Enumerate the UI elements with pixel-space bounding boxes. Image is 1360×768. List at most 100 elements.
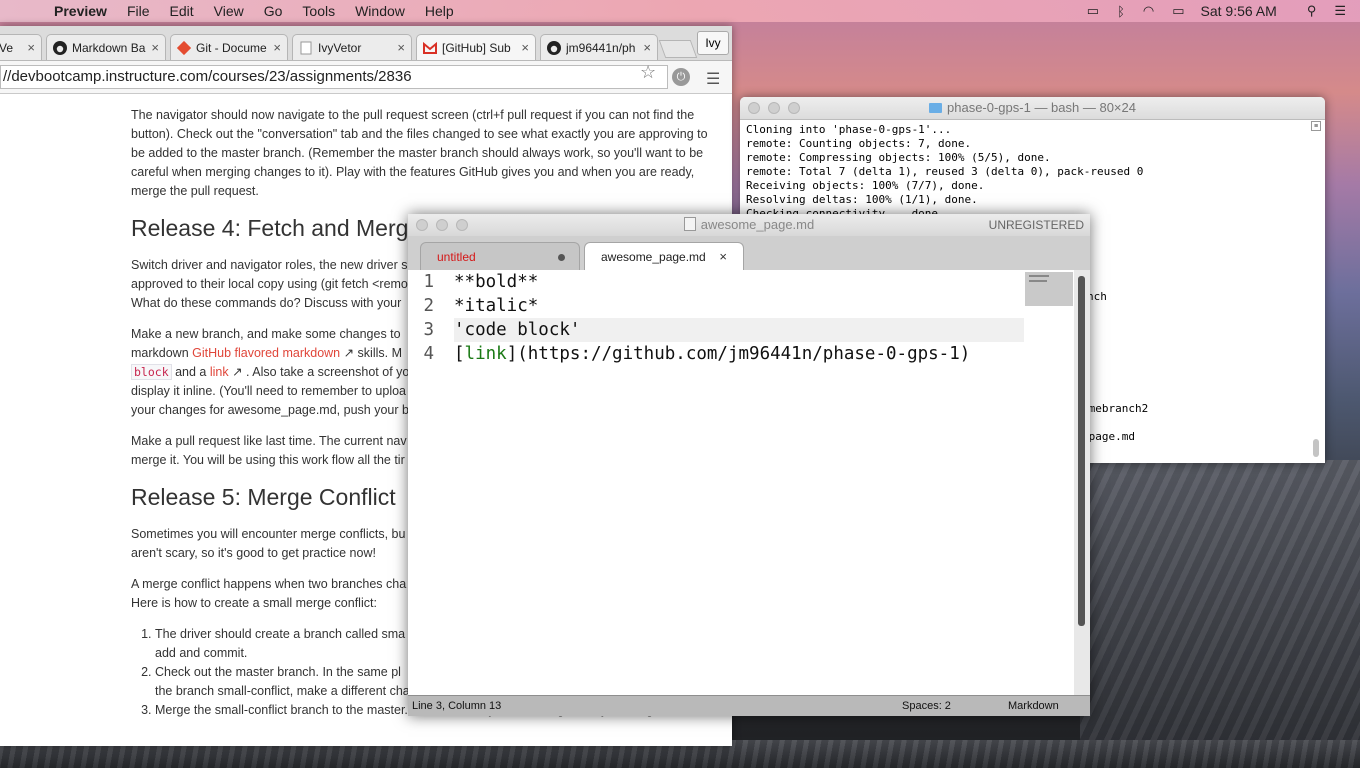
menu-file[interactable]: File bbox=[127, 3, 150, 19]
tab-title: Markdown Ba bbox=[72, 40, 146, 55]
close-icon[interactable]: × bbox=[27, 40, 35, 55]
git-icon bbox=[176, 40, 192, 55]
github-icon bbox=[53, 40, 67, 55]
profile-button[interactable]: Ivy bbox=[697, 31, 729, 55]
spotlight-icon[interactable]: ⚲ bbox=[1307, 3, 1317, 19]
zoom-button[interactable] bbox=[788, 102, 800, 114]
menu-help[interactable]: Help bbox=[425, 3, 454, 19]
github-flavored-markdown-link[interactable]: GitHub flavored markdown bbox=[192, 346, 340, 360]
link-link[interactable]: link bbox=[210, 365, 229, 379]
status-icons: ▭ ᛒ ◠ ▭ Sat 9:56 AM ⚲ ☰ bbox=[1069, 0, 1360, 22]
split-pane-icon[interactable]: ≡ bbox=[1311, 121, 1321, 131]
bluetooth-icon[interactable]: ᛒ bbox=[1117, 4, 1125, 19]
code-lines[interactable]: **bold** *italic* 'code block' [link](ht… bbox=[454, 270, 1024, 366]
terminal-titlebar: phase-0-gps-1 — bash — 80×24 bbox=[740, 97, 1325, 120]
new-tab-button[interactable] bbox=[658, 40, 698, 58]
document-icon bbox=[683, 217, 696, 231]
minimize-button[interactable] bbox=[436, 219, 448, 231]
close-button[interactable] bbox=[748, 102, 760, 114]
tab-label: awesome_page.md bbox=[601, 250, 706, 264]
notification-center-icon[interactable]: ☰ bbox=[1334, 3, 1346, 19]
menu-go[interactable]: Go bbox=[264, 3, 283, 19]
page-icon bbox=[299, 41, 313, 55]
menu-tools[interactable]: Tools bbox=[302, 3, 335, 19]
browser-tab-bar: Ve × Markdown Ba × Git - Docume × IvyVetor ×… bbox=[0, 26, 732, 61]
external-link-icon: ↗ bbox=[340, 346, 355, 360]
terminal-scrollbar[interactable]: ≡ bbox=[1311, 121, 1321, 459]
close-icon[interactable]: × bbox=[521, 40, 529, 55]
airplay-icon[interactable]: ▭ bbox=[1087, 3, 1099, 19]
code-line[interactable]: [link](https://github.com/jm96441n/phase… bbox=[454, 342, 1024, 366]
browser-tab[interactable]: [GitHub] Sub × bbox=[416, 34, 536, 60]
terminal-title: phase-0-gps-1 — bash — 80×24 bbox=[947, 100, 1136, 115]
menu-app-name[interactable]: Preview bbox=[54, 3, 107, 19]
browser-tab[interactable]: Git - Docume × bbox=[170, 34, 288, 60]
tab-title: [GitHub] Sub bbox=[442, 40, 511, 55]
minimize-button[interactable] bbox=[768, 102, 780, 114]
syntax-selector[interactable]: Markdown bbox=[1008, 696, 1059, 716]
menu-clock[interactable]: Sat 9:56 AM bbox=[1201, 3, 1277, 19]
line-number: 2 bbox=[423, 296, 434, 316]
scrollbar-thumb[interactable] bbox=[1078, 276, 1085, 626]
tab-title: jm96441n/ph bbox=[566, 40, 636, 55]
editor-window: awesome_page.md UNREGISTERED untitled aw… bbox=[408, 214, 1090, 716]
line-number-gutter: 1 2 3 4 bbox=[408, 270, 448, 696]
paragraph: The navigator should now navigate to the… bbox=[131, 108, 708, 198]
gmail-icon bbox=[423, 41, 437, 55]
current-code-line[interactable]: 'code block' bbox=[454, 318, 1024, 342]
unregistered-label: UNREGISTERED bbox=[988, 218, 1084, 232]
tab-title: Git - Docume bbox=[196, 40, 267, 55]
zoom-button[interactable] bbox=[456, 219, 468, 231]
line-number: 4 bbox=[423, 344, 434, 364]
github-icon bbox=[547, 40, 561, 55]
cursor-position: Line 3, Column 13 bbox=[412, 700, 502, 712]
code-line[interactable]: *italic* bbox=[454, 294, 1024, 318]
tab-title: Ve bbox=[0, 40, 14, 55]
menu-edit[interactable]: Edit bbox=[170, 3, 194, 19]
menu-window[interactable]: Window bbox=[355, 3, 405, 19]
editor-tab-bar: untitled awesome_page.md × bbox=[408, 236, 1090, 271]
address-bar-row: //devbootcamp.instructure.com/courses/23… bbox=[0, 61, 732, 94]
external-link-icon: ↗ bbox=[228, 365, 243, 379]
editor-status-bar: Line 3, Column 13 Spaces: 2 Markdown bbox=[408, 695, 1090, 716]
tab-awesome-page[interactable]: awesome_page.md × bbox=[584, 242, 744, 270]
tab-title: IvyVetor bbox=[318, 40, 362, 55]
browser-tab[interactable]: Ve × bbox=[0, 34, 42, 60]
bookmark-star-icon[interactable]: ☆ bbox=[640, 62, 656, 83]
code-editor[interactable]: 1 2 3 4 **bold** *italic* 'code block' [… bbox=[408, 270, 1074, 696]
close-icon[interactable]: × bbox=[397, 40, 405, 55]
window-controls bbox=[416, 219, 476, 231]
tab-label: untitled bbox=[437, 250, 476, 264]
terminal-output[interactable]: Cloning into 'phase-0-gps-1'... remote: C… bbox=[740, 120, 1325, 224]
close-icon[interactable]: × bbox=[719, 243, 727, 271]
apple-icon[interactable] bbox=[20, 3, 36, 19]
inline-code: block bbox=[131, 364, 172, 380]
line-number: 1 bbox=[423, 272, 434, 292]
close-icon[interactable]: × bbox=[643, 40, 651, 55]
folder-icon bbox=[929, 103, 942, 113]
scrollbar-thumb[interactable] bbox=[1313, 439, 1319, 457]
menu-view[interactable]: View bbox=[214, 3, 244, 19]
terminal-text-fragment: omebranch2 bbox=[1082, 402, 1149, 415]
close-icon[interactable]: × bbox=[151, 40, 159, 55]
wallpaper-rock bbox=[1080, 460, 1360, 768]
wifi-icon[interactable]: ◠ bbox=[1143, 3, 1154, 19]
battery-icon[interactable]: ▭ bbox=[1172, 3, 1184, 19]
unsaved-dot-icon bbox=[558, 254, 565, 261]
code-line[interactable]: **bold** bbox=[454, 270, 1024, 294]
browser-tab[interactable]: IvyVetor × bbox=[292, 34, 412, 60]
minimap[interactable] bbox=[1025, 272, 1073, 306]
close-icon[interactable]: × bbox=[273, 40, 281, 55]
hamburger-menu-icon[interactable]: ☰ bbox=[706, 69, 720, 89]
tab-untitled[interactable]: untitled bbox=[420, 242, 580, 270]
line-number: 3 bbox=[423, 320, 434, 340]
close-button[interactable] bbox=[416, 219, 428, 231]
address-bar[interactable]: //devbootcamp.instructure.com/courses/23… bbox=[0, 65, 668, 89]
browser-tab[interactable]: Markdown Ba × bbox=[46, 34, 166, 60]
editor-title: awesome_page.md bbox=[700, 217, 815, 232]
indentation-setting[interactable]: Spaces: 2 bbox=[902, 696, 951, 716]
browser-tab[interactable]: jm96441n/ph × bbox=[540, 34, 658, 60]
editor-scrollbar[interactable] bbox=[1074, 270, 1090, 696]
window-controls bbox=[748, 102, 808, 114]
extension-icon[interactable]: ⏻ bbox=[672, 68, 690, 86]
